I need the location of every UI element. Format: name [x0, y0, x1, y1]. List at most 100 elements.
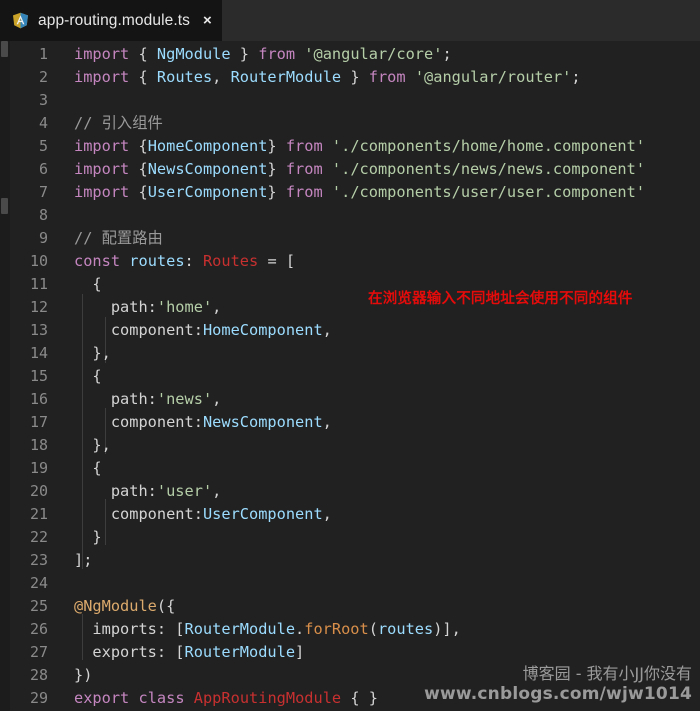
code-line[interactable]: 16 path:'news',	[0, 388, 700, 411]
line-code[interactable]: import {UserComponent} from './component…	[56, 181, 645, 204]
line-code[interactable]: exports: [RouterModule]	[56, 641, 304, 664]
code-token: component:	[74, 413, 203, 431]
code-line[interactable]: 19 {	[0, 457, 700, 480]
code-token: RouterModule	[230, 68, 342, 86]
line-code[interactable]: {	[56, 365, 101, 388]
line-number: 2	[38, 68, 48, 86]
line-code[interactable]: {	[56, 457, 102, 480]
code-token: // 引入组件	[74, 114, 163, 132]
code-token: exports: [	[74, 643, 185, 661]
line-number: 26	[29, 620, 48, 638]
line-number: 9	[38, 229, 48, 247]
code-token: './components/user/user.component'	[331, 183, 646, 201]
code-line[interactable]: 18 },	[0, 434, 700, 457]
code-token: import	[74, 160, 130, 178]
code-token: from	[285, 160, 323, 178]
code-token: ;	[571, 68, 581, 86]
code-token: ,	[212, 68, 231, 86]
line-number: 15	[29, 367, 48, 385]
code-line[interactable]: 4 // 引入组件	[0, 112, 700, 135]
code-line[interactable]: 9 // 配置路由	[0, 227, 700, 250]
line-code[interactable]: path:'user',	[56, 480, 222, 503]
code-token: class	[138, 689, 185, 707]
line-number: 25	[29, 597, 48, 615]
code-editor[interactable]: 1 import { NgModule } from '@angular/core…	[0, 41, 700, 711]
line-code[interactable]: {	[56, 273, 102, 296]
code-line[interactable]: 6 import {NewsComponent} from './componen…	[0, 158, 700, 181]
code-token: import	[74, 45, 130, 63]
code-line[interactable]: 8	[0, 204, 700, 227]
code-token: }	[267, 137, 286, 155]
code-line[interactable]: 14 },	[0, 342, 700, 365]
code-line[interactable]: 23];	[0, 549, 700, 572]
code-token: ,	[322, 505, 332, 523]
code-line[interactable]: 28})	[0, 664, 700, 687]
code-line[interactable]: 1 import { NgModule } from '@angular/core…	[0, 43, 700, 66]
line-code[interactable]: },	[56, 342, 110, 365]
line-code[interactable]: imports: [RouterModule.forRoot(routes)],	[56, 618, 460, 641]
code-line[interactable]: 15 {	[0, 365, 700, 388]
code-line[interactable]: 2 import { Routes, RouterModule } from '@…	[0, 66, 700, 89]
code-token: import	[74, 183, 130, 201]
code-token: forRoot	[304, 620, 369, 638]
code-line[interactable]: 17 component:NewsComponent,	[0, 411, 700, 434]
line-number: 18	[29, 436, 48, 454]
code-token: ];	[74, 551, 93, 569]
code-line[interactable]: 5 import {HomeComponent} from './componen…	[0, 135, 700, 158]
line-code[interactable]: ];	[56, 549, 92, 572]
code-line[interactable]: 22 }	[0, 526, 700, 549]
code-line[interactable]: 21 component:UserComponent,	[0, 503, 700, 526]
editor-tab-app-routing-module-ts[interactable]: app-routing.module.ts ×	[0, 0, 222, 41]
code-token: Routes	[156, 68, 213, 86]
line-number: 11	[29, 275, 48, 293]
code-token: },	[74, 436, 111, 454]
line-code[interactable]: path:'news',	[56, 388, 222, 411]
line-code[interactable]: const routes: Routes = [	[56, 250, 295, 273]
line-code[interactable]: // 引入组件	[56, 112, 163, 135]
line-code[interactable]: export class AppRoutingModule { }	[56, 687, 378, 710]
code-token: {	[74, 459, 102, 477]
line-code[interactable]: import {NewsComponent} from './component…	[56, 158, 645, 181]
code-line[interactable]: 26 imports: [RouterModule.forRoot(routes…	[0, 618, 700, 641]
line-code[interactable]: }	[56, 526, 101, 549]
code-token: {	[74, 275, 102, 293]
code-line[interactable]: 13 component:HomeComponent,	[0, 319, 700, 342]
code-token: './components/news/news.component'	[331, 160, 646, 178]
code-line[interactable]: 20 path:'user',	[0, 480, 700, 503]
line-code[interactable]: // 配置路由	[56, 227, 163, 250]
line-code[interactable]: })	[56, 664, 92, 687]
line-code[interactable]: @NgModule({	[56, 595, 175, 618]
line-code[interactable]: import { NgModule } from '@angular/core'…	[56, 43, 452, 66]
line-number: 13	[29, 321, 48, 339]
code-line[interactable]: 27 exports: [RouterModule]	[0, 641, 700, 664]
code-token: :	[184, 252, 203, 270]
line-code[interactable]: import { Routes, RouterModule } from '@a…	[56, 66, 581, 89]
code-token: from	[285, 137, 323, 155]
code-token: // 配置路由	[74, 229, 163, 247]
code-line[interactable]: 7 import {UserComponent} from './componen…	[0, 181, 700, 204]
code-line[interactable]: 10 const routes: Routes = [	[0, 250, 700, 273]
code-token: }	[267, 183, 286, 201]
line-code[interactable]: },	[56, 434, 111, 457]
code-line[interactable]: 3	[0, 89, 700, 112]
code-token: HomeComponent	[202, 321, 323, 339]
line-code[interactable]: path:'home',	[56, 296, 222, 319]
line-code[interactable]: component:HomeComponent,	[56, 319, 332, 342]
code-token: component:	[74, 321, 203, 339]
code-line[interactable]: 29 export class AppRoutingModule { }	[0, 687, 700, 710]
code-line[interactable]: 24	[0, 572, 700, 595]
code-line[interactable]: 25 @NgModule({	[0, 595, 700, 618]
line-code[interactable]: import {HomeComponent} from './component…	[56, 135, 645, 158]
line-number: 3	[38, 91, 48, 109]
line-code[interactable]: component:UserComponent,	[56, 503, 332, 526]
code-token: .	[295, 620, 305, 638]
close-icon[interactable]: ×	[203, 13, 212, 28]
code-token: component:	[74, 505, 203, 523]
code-lines-container[interactable]: 1 import { NgModule } from '@angular/core…	[0, 41, 700, 711]
code-token: }	[230, 45, 259, 63]
line-number: 16	[29, 390, 48, 408]
code-token: from	[258, 45, 296, 63]
line-code[interactable]: component:NewsComponent,	[56, 411, 332, 434]
